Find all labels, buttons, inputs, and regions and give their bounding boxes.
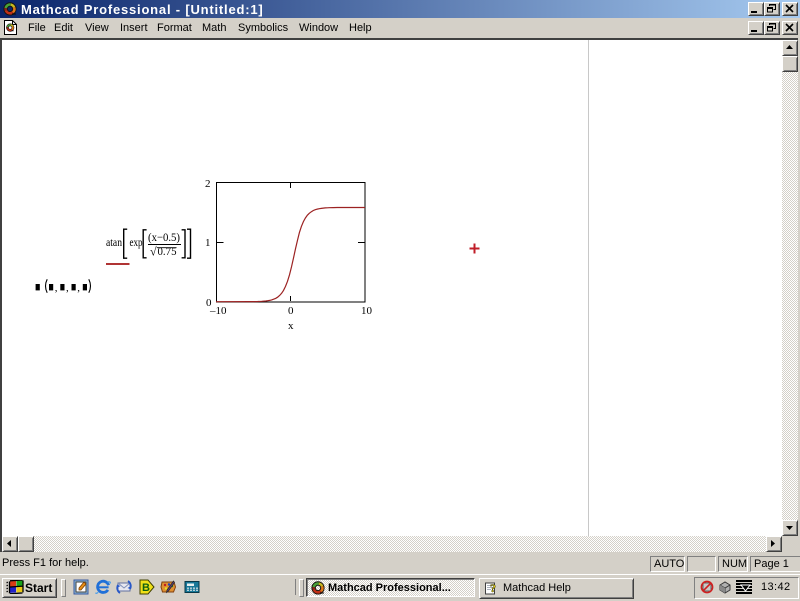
svg-text:√: √	[150, 245, 157, 259]
svg-text:1: 1	[205, 237, 211, 249]
svg-text:0: 0	[288, 305, 294, 317]
svg-text:atan: atan	[106, 235, 122, 249]
svg-text:10: 10	[361, 305, 373, 317]
svg-text:–10: –10	[209, 305, 227, 317]
svg-text:,: ,	[55, 282, 58, 294]
svg-text:0.75: 0.75	[158, 244, 177, 258]
svg-text:,: ,	[66, 282, 69, 294]
svg-text:exp: exp	[130, 235, 143, 249]
svg-text:(x−0.5): (x−0.5)	[148, 230, 180, 244]
svg-text:?: ?	[490, 581, 496, 595]
svg-text:x: x	[288, 320, 294, 332]
svg-text:2: 2	[205, 178, 211, 190]
svg-text:,: ,	[77, 282, 80, 294]
svg-text:B: B	[142, 582, 150, 594]
